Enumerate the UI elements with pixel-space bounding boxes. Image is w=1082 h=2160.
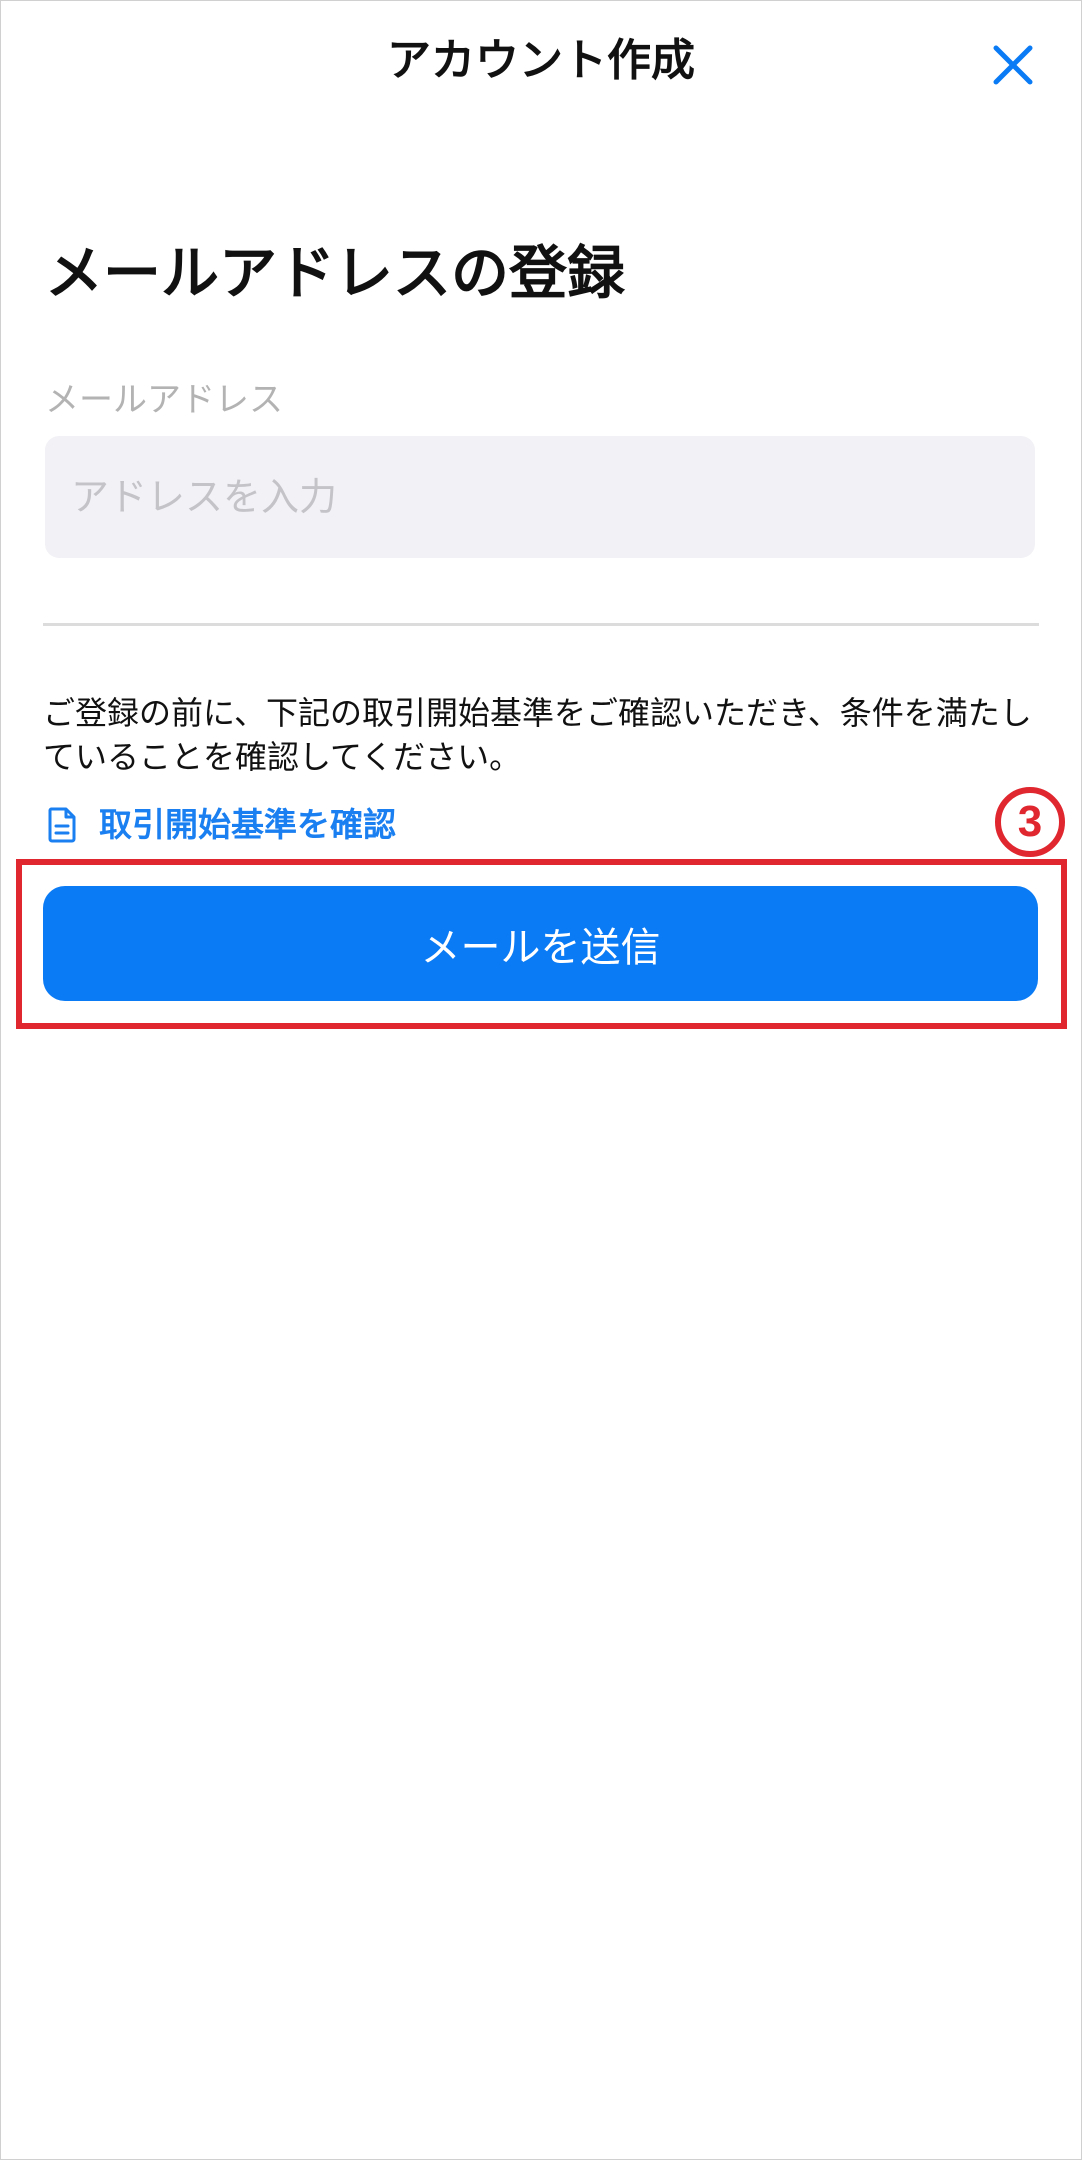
email-input[interactable] [45,436,1035,558]
step-number-badge: 3 [995,787,1065,857]
notice-text: ご登録の前に、下記の取引開始基準をご確認いただき、条件を満たしていることを確認し… [43,694,1032,776]
section-title: メールアドレスの登録 [45,239,626,307]
page-title: アカウント作成 [387,35,695,86]
divider [43,623,1039,626]
send-email-button[interactable]: メールを送信 [43,886,1038,1001]
trading-criteria-link[interactable]: 取引開始基準を確認 [47,801,396,849]
document-icon [48,807,76,843]
close-button[interactable] [987,39,1039,91]
trading-criteria-link-label: 取引開始基準を確認 [99,805,396,844]
account-creation-screen: アカウント作成 メールアドレスの登録 メールアドレス ご登録の前に、下記の取引開… [0,0,1082,2160]
email-label: メールアドレス [45,380,283,420]
close-icon [993,45,1033,85]
